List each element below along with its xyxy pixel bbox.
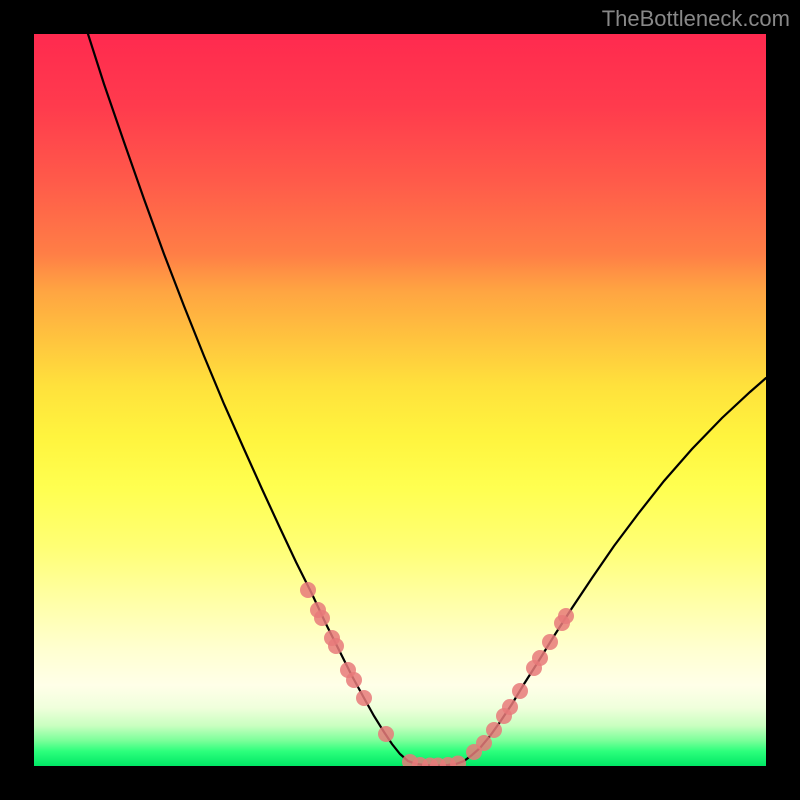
plot-area [34, 34, 766, 766]
marker-dot [486, 722, 502, 738]
watermark-text: TheBottleneck.com [602, 6, 790, 32]
chart-outer: TheBottleneck.com [0, 0, 800, 800]
marker-dot [558, 608, 574, 624]
marker-group [300, 582, 574, 766]
marker-dot [356, 690, 372, 706]
marker-dot [328, 638, 344, 654]
marker-dot [300, 582, 316, 598]
marker-dot [450, 756, 466, 767]
marker-dot [476, 735, 492, 751]
marker-dot [346, 672, 362, 688]
marker-dot [378, 726, 394, 742]
curve-svg [34, 34, 766, 766]
bottleneck-curve [88, 34, 766, 766]
marker-dot [532, 650, 548, 666]
marker-dot [542, 634, 558, 650]
marker-dot [502, 699, 518, 715]
marker-dot [512, 683, 528, 699]
marker-dot [314, 610, 330, 626]
